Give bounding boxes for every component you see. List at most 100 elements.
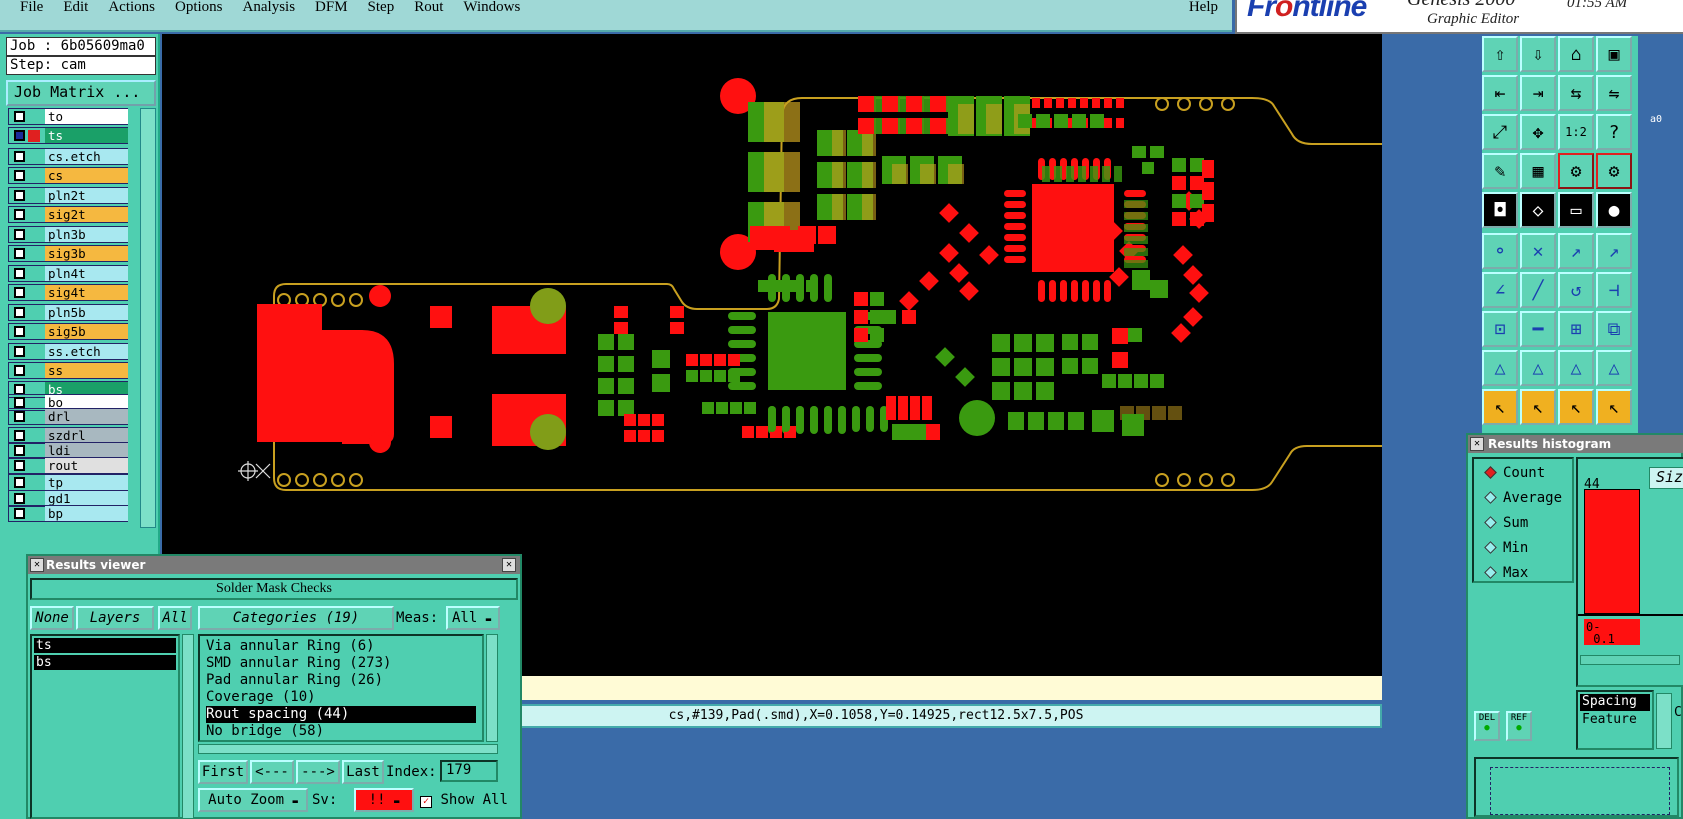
open-icon[interactable]: ⇧ bbox=[1482, 36, 1518, 72]
layer-row-pln5b[interactable]: pln5b bbox=[8, 304, 128, 321]
category-scrollbar[interactable] bbox=[486, 634, 498, 742]
pointer-icon[interactable]: ↖ bbox=[1482, 389, 1518, 425]
del-button[interactable]: DEL ● bbox=[1474, 711, 1500, 741]
menu-file[interactable]: File bbox=[0, 0, 43, 15]
layer-row-pln2t[interactable]: pln2t bbox=[8, 187, 128, 204]
list-item[interactable]: Via annular Ring (6) bbox=[206, 638, 375, 655]
layer-scrollbar[interactable] bbox=[140, 108, 156, 528]
layer-row-ss-etch[interactable]: ss.etch bbox=[8, 343, 128, 360]
menu-options[interactable]: Options bbox=[155, 0, 223, 15]
layer-checkbox[interactable] bbox=[14, 397, 25, 408]
plot-scrollbar[interactable] bbox=[1580, 655, 1680, 665]
swap-icon[interactable]: ⇆ bbox=[1558, 75, 1594, 111]
triangle-icon[interactable]: △ bbox=[1558, 350, 1594, 386]
layer-row-ts[interactable]: ts bbox=[8, 127, 128, 144]
cross-icon[interactable]: ✕ bbox=[1520, 233, 1556, 269]
layer-checkbox[interactable] bbox=[14, 411, 25, 422]
layer-checkbox[interactable] bbox=[14, 346, 25, 357]
left-icon[interactable]: ⇤ bbox=[1482, 75, 1518, 111]
min-radio[interactable]: Min bbox=[1484, 540, 1528, 556]
box-icon[interactable]: ⊡ bbox=[1482, 311, 1518, 347]
feature-list-item[interactable]: Spacing bbox=[1580, 694, 1650, 711]
last-button[interactable]: Last bbox=[342, 760, 384, 784]
layer-checkbox[interactable] bbox=[14, 493, 25, 504]
category-hscrollbar[interactable] bbox=[198, 744, 498, 754]
max-radio[interactable]: Max bbox=[1484, 565, 1528, 581]
menu-actions[interactable]: Actions bbox=[88, 0, 155, 15]
meas-select[interactable]: All ▬ bbox=[446, 606, 500, 630]
list-item[interactable]: ts bbox=[34, 638, 176, 653]
layers-button[interactable]: Layers bbox=[76, 606, 154, 630]
menu-edit[interactable]: Edit bbox=[43, 0, 88, 15]
layer-checkbox[interactable] bbox=[14, 268, 25, 279]
edit-icon[interactable]: ✎ bbox=[1482, 153, 1518, 189]
sum-radio[interactable]: Sum bbox=[1484, 515, 1528, 531]
layer-row-sig2t[interactable]: sig2t bbox=[8, 206, 128, 223]
menu-rout[interactable]: Rout bbox=[394, 0, 443, 15]
job-matrix-button[interactable]: Job Matrix ... bbox=[6, 80, 156, 106]
show-all-checkbox[interactable]: ✓ Show All bbox=[420, 792, 508, 808]
layer-row-bp[interactable]: bp bbox=[8, 505, 128, 522]
layer-checkbox[interactable] bbox=[14, 365, 25, 376]
list-item[interactable]: Rout spacing (44) bbox=[206, 706, 476, 723]
layer-checkbox[interactable] bbox=[14, 477, 25, 488]
bracket-icon[interactable]: ⊣ bbox=[1596, 272, 1632, 308]
layer-row-drl[interactable]: drl bbox=[8, 408, 128, 425]
layer-checkbox[interactable] bbox=[14, 170, 25, 181]
triangle-icon[interactable]: △ bbox=[1482, 350, 1518, 386]
layer-row-rout[interactable]: rout bbox=[8, 457, 128, 474]
list-item[interactable]: SMD annular Ring (273) bbox=[206, 655, 391, 672]
layer-row-to[interactable]: to bbox=[8, 108, 128, 125]
menu-windows[interactable]: Windows bbox=[443, 0, 520, 15]
list-item[interactable]: Pad annular Ring (26) bbox=[206, 672, 383, 689]
angle-icon[interactable]: ∠ bbox=[1482, 272, 1518, 308]
line-icon[interactable]: ↗ bbox=[1596, 233, 1632, 269]
layer-checkbox[interactable] bbox=[14, 445, 25, 456]
layer-checkbox[interactable] bbox=[14, 209, 25, 220]
settings-icon[interactable]: ⚙ bbox=[1558, 153, 1594, 189]
menu-step[interactable]: Step bbox=[348, 0, 395, 15]
settings-icon[interactable]: ⚙ bbox=[1596, 153, 1632, 189]
layer-row-cs[interactable]: cs bbox=[8, 167, 128, 184]
prev-button[interactable]: <--- bbox=[250, 760, 294, 784]
pointer-icon[interactable]: ↖ bbox=[1558, 389, 1594, 425]
layer-checkbox[interactable] bbox=[14, 151, 25, 162]
layer-row-pln4t[interactable]: pln4t bbox=[8, 265, 128, 282]
none-button[interactable]: None bbox=[30, 606, 74, 630]
save-icon[interactable]: ⇩ bbox=[1520, 36, 1556, 72]
next-button[interactable]: ---> bbox=[296, 760, 340, 784]
index-input[interactable]: 179 bbox=[440, 760, 498, 782]
ref-button[interactable]: REF ● bbox=[1506, 711, 1532, 741]
layer-row-tp[interactable]: tp bbox=[8, 474, 128, 491]
pointer-icon[interactable]: ↖ bbox=[1520, 389, 1556, 425]
layer-checkbox[interactable] bbox=[14, 287, 25, 298]
auto-zoom-select[interactable]: Auto Zoom ▬ bbox=[198, 788, 308, 812]
close-icon[interactable]: ✕ bbox=[502, 558, 516, 572]
layer-row-cs-etch[interactable]: cs.etch bbox=[8, 148, 128, 165]
right-icon[interactable]: ⇥ bbox=[1520, 75, 1556, 111]
menu-help[interactable]: Help bbox=[1169, 0, 1218, 15]
layer-checkbox[interactable] bbox=[14, 326, 25, 337]
grid-icon[interactable]: ▦ bbox=[1520, 153, 1556, 189]
pad-icon[interactable]: ◘ bbox=[1482, 192, 1518, 228]
copy-icon[interactable]: ⧉ bbox=[1596, 311, 1632, 347]
histogram-bar[interactable] bbox=[1584, 489, 1640, 614]
layer-checkbox[interactable] bbox=[14, 508, 25, 519]
layer-list-scrollbar[interactable] bbox=[182, 634, 194, 819]
all-button[interactable]: All bbox=[158, 606, 192, 630]
line-icon[interactable]: ↗ bbox=[1558, 233, 1594, 269]
close-icon[interactable]: ✕ bbox=[1470, 437, 1484, 451]
help-icon[interactable]: ? bbox=[1596, 114, 1632, 150]
pan-icon[interactable]: ✥ bbox=[1520, 114, 1556, 150]
layer-checkbox[interactable] bbox=[14, 460, 25, 471]
triangle-icon[interactable]: △ bbox=[1596, 350, 1632, 386]
layer-row-sig3b[interactable]: sig3b bbox=[8, 245, 128, 262]
severity-select[interactable]: !! ▬ bbox=[354, 788, 414, 812]
ruler-icon[interactable]: ▭ bbox=[1558, 192, 1594, 228]
layer-checkbox[interactable] bbox=[14, 229, 25, 240]
categories-button[interactable]: Categories (19) bbox=[198, 606, 394, 630]
layer-checkbox[interactable] bbox=[14, 111, 25, 122]
shape-icon[interactable]: ◇ bbox=[1520, 192, 1556, 228]
frame-icon[interactable]: ⊞ bbox=[1558, 311, 1594, 347]
pointer-icon[interactable]: ↖ bbox=[1596, 389, 1632, 425]
